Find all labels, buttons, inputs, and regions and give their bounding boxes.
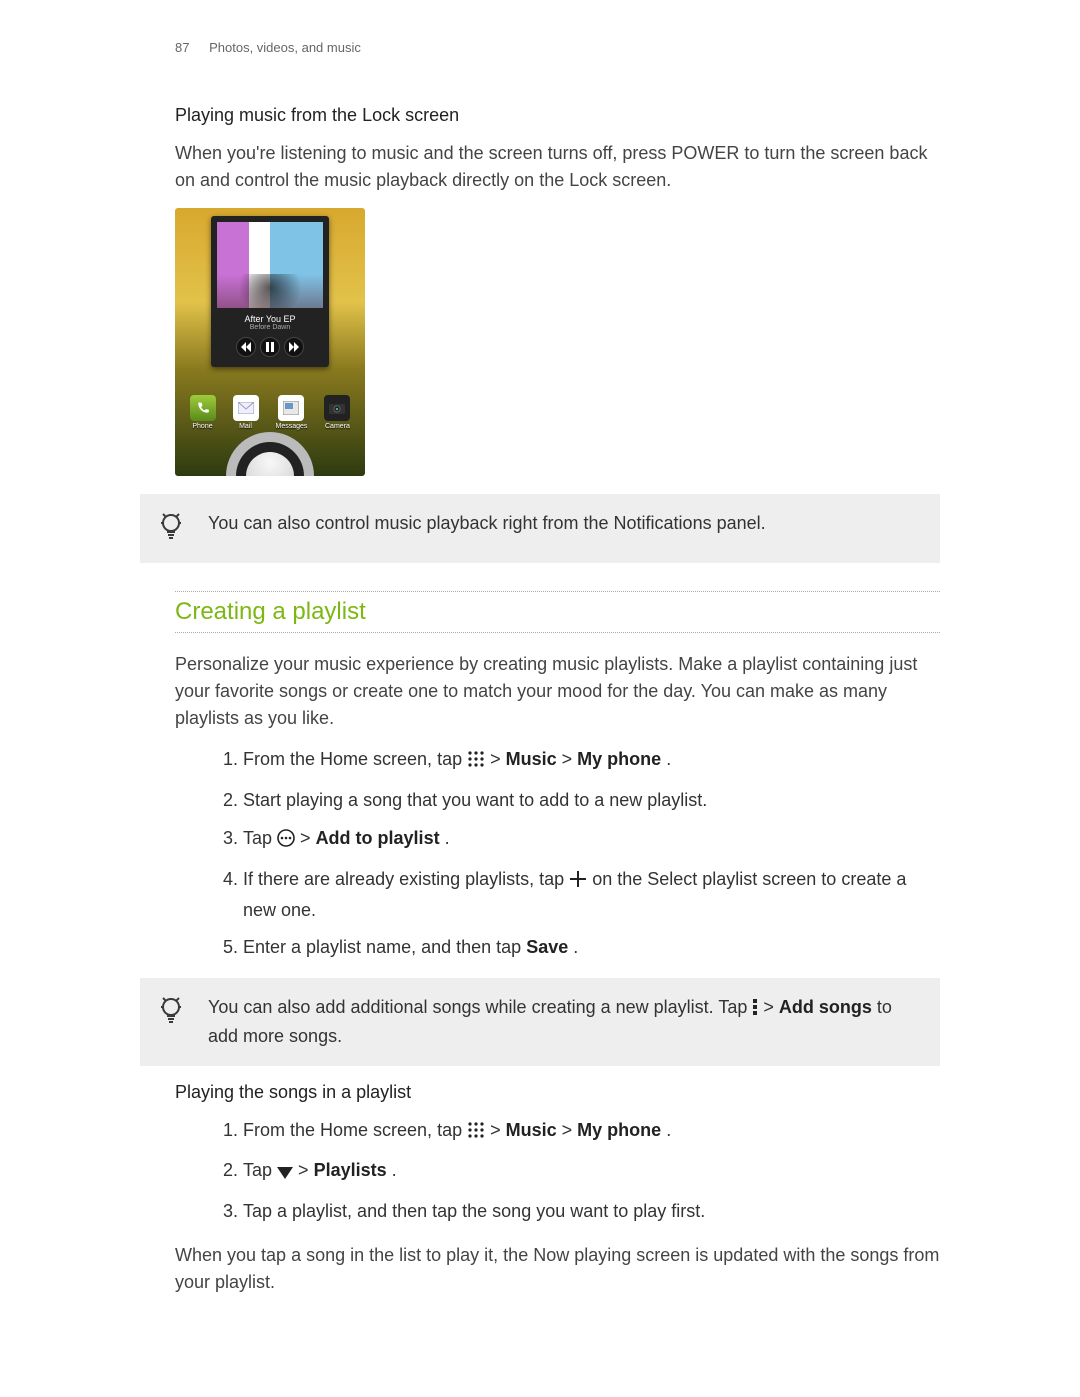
heading-playing-songs: Playing the songs in a playlist (175, 1082, 940, 1103)
lightbulb-icon (160, 512, 190, 547)
next-button (284, 337, 304, 357)
page-number: 87 (175, 40, 189, 55)
track-artist: Before Dawn (217, 324, 323, 331)
heading-lockscreen-music: Playing music from the Lock screen (175, 105, 940, 126)
dock-camera: Camera (324, 395, 350, 430)
step-4: If there are already existing playlists,… (243, 866, 940, 925)
chapter-title: Photos, videos, and music (209, 40, 361, 55)
tip-notifications-panel: You can also control music playback righ… (140, 494, 940, 563)
album-art (217, 222, 323, 308)
mail-icon (233, 395, 259, 421)
paragraph-now-playing: When you tap a song in the list to play … (175, 1242, 940, 1296)
music-widget: After You EP Before Dawn (211, 216, 329, 367)
lockscreen-ring (226, 432, 314, 476)
lightbulb-icon (160, 996, 190, 1031)
page-header: 87 Photos, videos, and music (175, 40, 940, 55)
lockscreen-illustration: After You EP Before Dawn Phone (175, 208, 365, 476)
dock-mail: Mail (233, 395, 259, 430)
tip-text: You can also add additional songs while … (208, 994, 920, 1049)
steps-play-songs: From the Home screen, tap > Music > My p… (175, 1117, 940, 1227)
lockscreen-dock: Phone Mail Messages Camera (175, 395, 365, 430)
dock-messages: Messages (276, 395, 308, 430)
plus-icon (569, 869, 587, 897)
dropdown-triangle-icon (277, 1160, 293, 1188)
messages-icon (278, 395, 304, 421)
more-horizontal-icon (277, 828, 295, 856)
track-title: After You EP (217, 314, 323, 324)
step-3: Tap a playlist, and then tap the song yo… (243, 1198, 940, 1226)
prev-button (236, 337, 256, 357)
step-1: From the Home screen, tap > Music > My p… (243, 746, 940, 777)
pause-button (260, 337, 280, 357)
step-2: Start playing a song that you want to ad… (243, 787, 940, 815)
step-1: From the Home screen, tap > Music > My p… (243, 1117, 940, 1148)
step-2: Tap > Playlists . (243, 1157, 940, 1188)
step-3: Tap > Add to playlist . (243, 825, 940, 856)
heading-creating-playlist: Creating a playlist (175, 591, 940, 633)
phone-icon (190, 395, 216, 421)
paragraph-playlist-intro: Personalize your music experience by cre… (175, 651, 940, 732)
apps-grid-icon (467, 1120, 485, 1148)
step-5: Enter a playlist name, and then tap Save… (243, 934, 940, 962)
camera-icon (324, 395, 350, 421)
more-vertical-icon (752, 997, 758, 1023)
steps-create-playlist: From the Home screen, tap > Music > My p… (175, 746, 940, 962)
playback-controls (217, 337, 323, 357)
apps-grid-icon (467, 749, 485, 777)
dock-phone: Phone (190, 395, 216, 430)
tip-add-songs: You can also add additional songs while … (140, 978, 940, 1065)
paragraph-lockscreen: When you're listening to music and the s… (175, 140, 940, 194)
tip-text: You can also control music playback righ… (208, 510, 766, 536)
